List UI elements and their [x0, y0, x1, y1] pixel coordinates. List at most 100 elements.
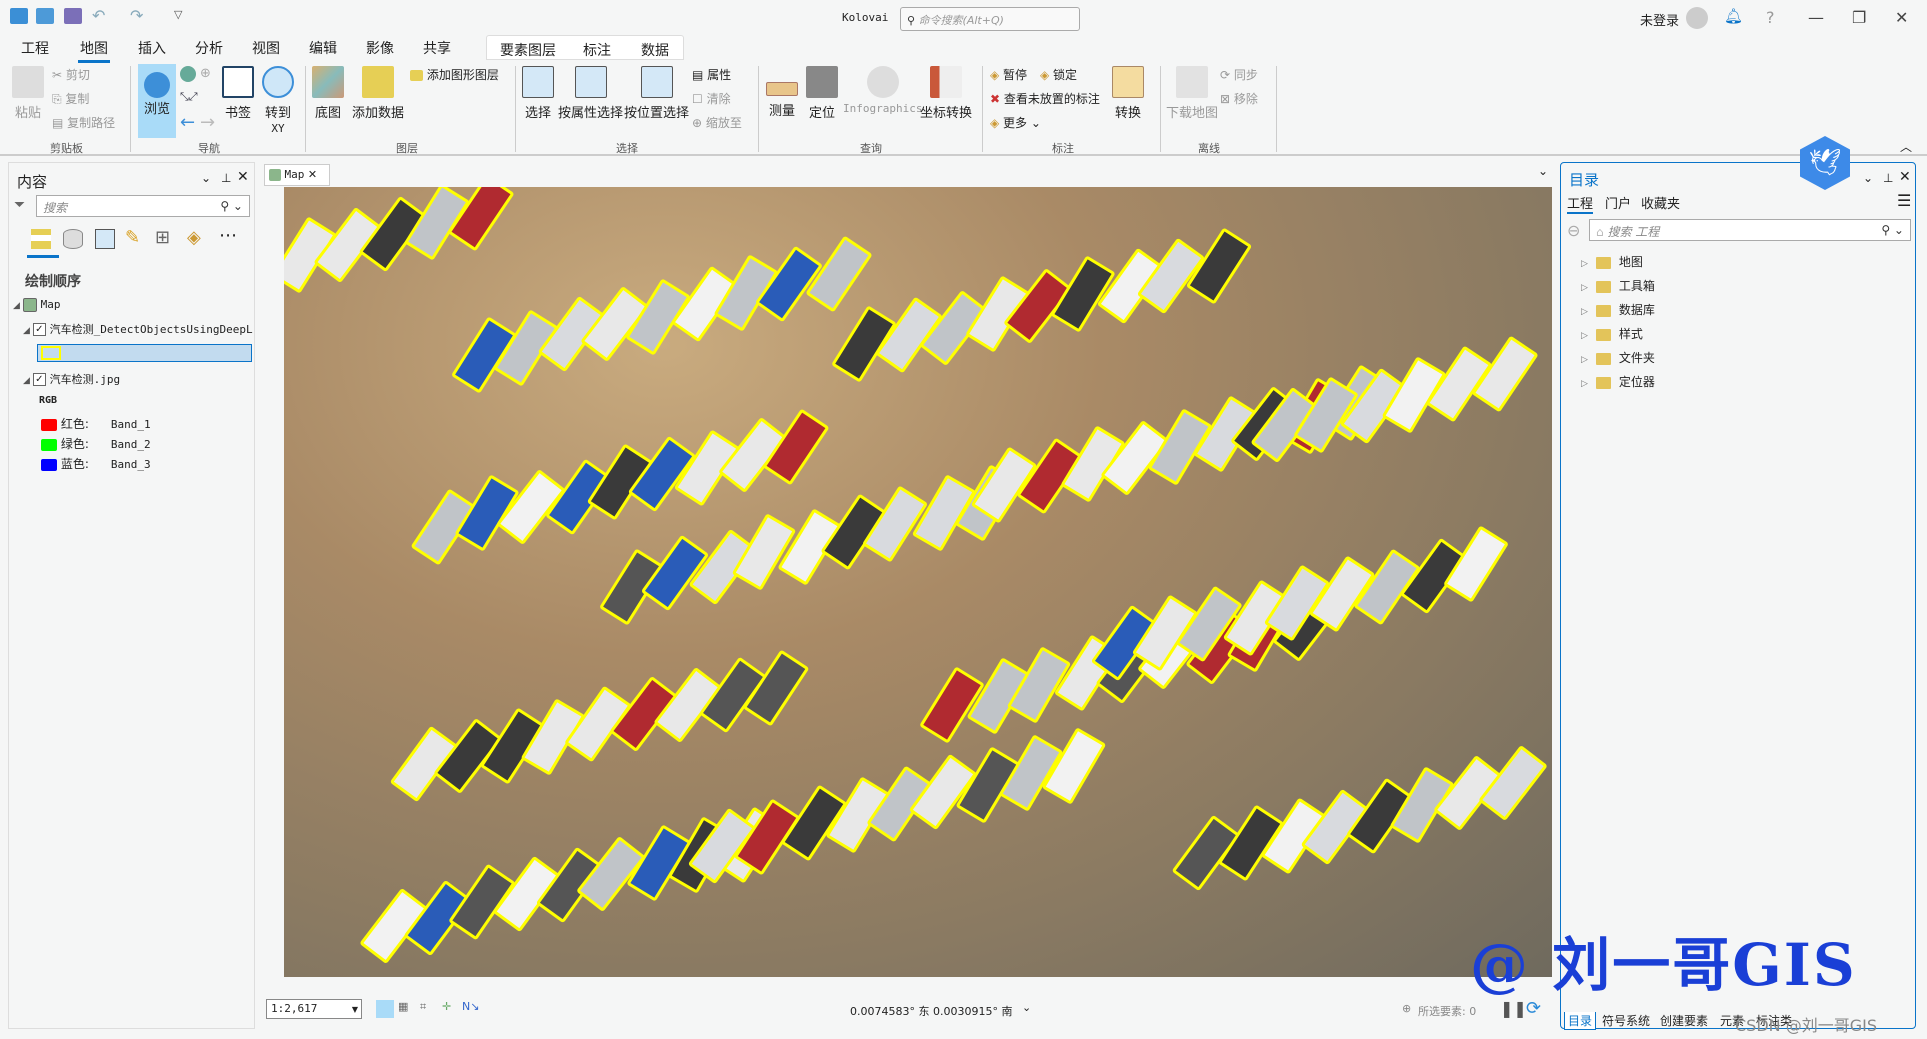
list-by-drawing-order-icon[interactable]: [31, 229, 51, 249]
bottom-tab-create-features[interactable]: 创建要素: [1660, 1012, 1708, 1029]
catalog-item-maps[interactable]: ▷ 地图: [1581, 253, 1643, 270]
pane-menu-chevron-icon[interactable]: ⌄: [1863, 171, 1873, 185]
grid-icon[interactable]: ▦: [398, 1000, 408, 1013]
catalog-item-toolboxes[interactable]: ▷ 工具箱: [1581, 277, 1655, 294]
guides-icon[interactable]: ⌗: [420, 1000, 426, 1014]
full-extent-icon[interactable]: [180, 66, 196, 82]
previous-extent-icon[interactable]: ←: [180, 112, 195, 133]
bottom-tab-symbology[interactable]: 符号系统: [1602, 1012, 1650, 1029]
list-by-selection-icon[interactable]: [95, 229, 115, 249]
tab-data[interactable]: 数据: [641, 40, 669, 60]
zoom-to-selected-icon[interactable]: ⊕: [200, 66, 211, 81]
constraints-icon[interactable]: ✛: [442, 1000, 451, 1013]
contents-search-input[interactable]: 搜索 ⚲ ⌄: [36, 195, 250, 217]
layer-visibility-checkbox[interactable]: ✓: [32, 373, 46, 386]
blue-swatch[interactable]: [41, 458, 57, 471]
tab-insert[interactable]: 插入: [138, 38, 166, 58]
bottom-tab-catalog[interactable]: 目录: [1564, 1012, 1597, 1030]
pin-icon[interactable]: ⊥: [221, 171, 231, 185]
restore-button[interactable]: ❐: [1852, 8, 1866, 27]
tab-imagery[interactable]: 影像: [366, 38, 394, 58]
back-icon[interactable]: ⊖: [1567, 221, 1580, 240]
add-data-button[interactable]: 添加数据: [352, 66, 404, 121]
sync-button[interactable]: ⟳ 同步: [1220, 66, 1258, 83]
layer-symbol-row[interactable]: [37, 344, 252, 362]
convert-coordinates-button[interactable]: 坐标转换: [920, 66, 972, 121]
cut-button[interactable]: ✂ 剪切: [52, 66, 90, 83]
north-arrow-icon[interactable]: N↘: [462, 1000, 479, 1013]
add-graphics-layer-button[interactable]: 添加图形图层: [410, 66, 499, 83]
copy-path-button[interactable]: ▤ 复制路径: [52, 114, 115, 131]
catalog-item-folders[interactable]: ▷ 文件夹: [1581, 349, 1655, 366]
explore-button[interactable]: 浏览: [138, 64, 176, 138]
tab-project[interactable]: 工程: [21, 38, 49, 58]
list-by-snapping-icon[interactable]: ⊞: [155, 227, 170, 248]
basemap-button[interactable]: 底图: [312, 66, 344, 121]
catalog-item-locators[interactable]: ▷ 定位器: [1581, 373, 1655, 390]
tab-feature-layer[interactable]: 要素图层: [500, 40, 556, 60]
coordinate-format-chevron-icon[interactable]: ⌄: [1022, 1001, 1031, 1014]
locate-button[interactable]: 定位: [806, 66, 838, 121]
undo-icon[interactable]: ↶: [92, 6, 105, 25]
scale-selector[interactable]: 1:2,617 ▼: [266, 999, 362, 1019]
command-search-input[interactable]: ⚲ 命令搜索(Alt+Q): [900, 7, 1080, 31]
attributes-button[interactable]: ▤ 属性: [692, 66, 731, 83]
list-by-editing-icon[interactable]: ✎: [125, 227, 140, 248]
catalog-item-databases[interactable]: ▷ 数据库: [1581, 301, 1655, 318]
green-swatch[interactable]: [41, 438, 57, 451]
layer-visibility-checkbox[interactable]: ✓: [32, 323, 46, 336]
map-view-tab[interactable]: Map ✕: [264, 164, 330, 186]
view-unplaced-labels-button[interactable]: ✖ 查看未放置的标注: [990, 90, 1100, 107]
measure-button[interactable]: 测量: [766, 66, 798, 119]
paste-button[interactable]: 粘贴: [12, 66, 44, 121]
fixed-zoom-icon[interactable]: ⤡⤢: [180, 90, 198, 104]
sign-in-status[interactable]: 未登录: [1640, 10, 1679, 29]
customize-quick-access-icon[interactable]: ▽: [174, 8, 182, 21]
catalog-tab-portal[interactable]: 门户: [1605, 193, 1631, 212]
close-pane-icon[interactable]: ✕: [237, 169, 249, 185]
catalog-menu-icon[interactable]: ☰: [1897, 191, 1911, 210]
help-button[interactable]: ?: [1766, 8, 1775, 27]
tab-list-chevron-icon[interactable]: ⌄: [1538, 164, 1548, 178]
next-extent-icon[interactable]: →: [200, 112, 215, 133]
pane-menu-chevron-icon[interactable]: ⌄: [201, 171, 211, 185]
convert-labels-button[interactable]: 转换: [1112, 66, 1144, 121]
close-pane-icon[interactable]: ✕: [1899, 169, 1911, 185]
select-by-attributes-button[interactable]: 按属性选择: [558, 66, 623, 121]
close-button[interactable]: ✕: [1895, 8, 1908, 27]
pause-labeling-button[interactable]: ◈ 暂停: [990, 66, 1027, 83]
grid-snap-icon[interactable]: [376, 1000, 394, 1018]
tab-map[interactable]: 地图: [78, 38, 110, 63]
tab-share[interactable]: 共享: [423, 38, 451, 58]
redo-icon[interactable]: ↷: [130, 6, 143, 25]
map-node[interactable]: ◢ Map: [13, 297, 61, 312]
open-project-icon[interactable]: [36, 8, 54, 24]
avatar[interactable]: [1686, 7, 1708, 29]
tab-view[interactable]: 视图: [252, 38, 280, 58]
catalog-tab-project[interactable]: 工程: [1567, 193, 1594, 214]
copy-button[interactable]: ⎘ 复制: [52, 90, 89, 107]
tab-analysis[interactable]: 分析: [195, 38, 223, 58]
layer-item-image[interactable]: ◢ ✓ 汽车检测.jpg: [23, 371, 120, 387]
list-by-labeling-icon[interactable]: ◈: [187, 227, 201, 248]
remove-button[interactable]: ⊠ 移除: [1220, 90, 1258, 107]
catalog-search-input[interactable]: ⌂ 搜索 工程 ⚲ ⌄: [1589, 219, 1911, 241]
clear-selection-button[interactable]: ☐ 清除: [692, 90, 731, 107]
bookmarks-button[interactable]: 书签: [222, 66, 254, 121]
pin-icon[interactable]: ⊥: [1883, 171, 1893, 185]
catalog-tab-favorites[interactable]: 收藏夹: [1641, 193, 1680, 212]
download-map-button[interactable]: 下载地图: [1166, 66, 1218, 121]
red-swatch[interactable]: [41, 418, 57, 431]
infographics-button[interactable]: Infographics: [843, 66, 922, 115]
map-canvas[interactable]: [284, 187, 1552, 977]
filter-icon[interactable]: ⏷: [14, 197, 25, 213]
minimize-button[interactable]: —: [1808, 8, 1824, 27]
zoom-to-selection-button[interactable]: ⊕ 缩放至: [692, 114, 742, 131]
more-options-icon[interactable]: ⋯: [219, 225, 237, 246]
close-tab-icon[interactable]: ✕: [308, 168, 317, 181]
yellow-outline-symbol[interactable]: [41, 346, 61, 360]
lock-labels-button[interactable]: ◈ 锁定: [1040, 66, 1077, 83]
collapse-ribbon-icon[interactable]: ︿: [1900, 138, 1912, 155]
list-by-source-icon[interactable]: [63, 229, 83, 249]
layer-item-detections[interactable]: ◢ ✓ 汽车检测_DetectObjectsUsingDeepL: [23, 321, 253, 337]
